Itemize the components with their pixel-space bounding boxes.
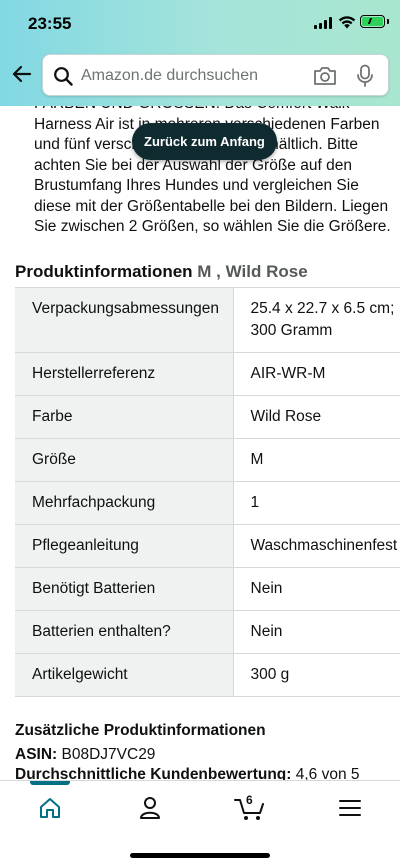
spec-value: Nein: [233, 567, 400, 611]
table-row: Größe M: [15, 438, 400, 482]
spec-value: M: [233, 438, 400, 482]
asin-line: ASIN: B08DJ7VC29: [15, 746, 155, 764]
table-row: Artikelgewicht 300 g: [15, 653, 400, 697]
search-icon: [54, 67, 73, 86]
nav-account[interactable]: [120, 781, 180, 833]
spec-value: 1: [233, 481, 400, 525]
table-row: Verpackungsabmessungen 25.4 x 22.7 x 6.5 …: [15, 287, 400, 353]
table-row: Benötigt Batterien Nein: [15, 567, 400, 611]
spec-key: Artikelgewicht: [15, 653, 234, 697]
asin-value: B08DJ7VC29: [61, 746, 156, 763]
table-row: Pflegeanleitung Waschmaschinenfest: [15, 524, 400, 568]
spec-value: Waschmaschinenfest: [233, 524, 400, 568]
status-time: 23:55: [28, 14, 72, 33]
product-variant: M , Wild Rose: [197, 262, 308, 281]
spec-value: AIR-WR-M: [233, 352, 400, 396]
home-icon: [40, 798, 60, 818]
back-arrow-icon[interactable]: [10, 62, 34, 86]
nav-home[interactable]: [20, 781, 80, 833]
product-info-heading: Produktinformationen: [15, 262, 193, 281]
spec-key: Batterien enthalten?: [15, 610, 234, 654]
rating-value[interactable]: 4,6 von 5: [296, 766, 360, 780]
status-bar: 23:55: [0, 0, 400, 48]
product-info-table: Verpackungsabmessungen 25.4 x 22.7 x 6.5 …: [15, 287, 400, 697]
table-row: Farbe Wild Rose: [15, 395, 400, 439]
spec-key: Größe: [15, 438, 234, 482]
product-info-title: Produktinformationen M , Wild Rose: [15, 262, 308, 282]
asin-label: ASIN:: [15, 746, 58, 763]
nav-menu[interactable]: [320, 781, 380, 833]
search-input[interactable]: [81, 63, 301, 89]
header: 23:55: [0, 0, 400, 106]
spec-value: Nein: [233, 610, 400, 654]
spec-key: Herstellerreferenz: [15, 352, 234, 396]
search-box[interactable]: [42, 54, 389, 96]
additional-info-title: Zusätzliche Produktinformationen: [15, 722, 266, 739]
rating-label: Durchschnittliche Kundenbewertung:: [15, 766, 292, 780]
table-row: Mehrfachpackung 1: [15, 481, 400, 525]
spec-value: 300 g: [233, 653, 400, 697]
table-row: Batterien enthalten? Nein: [15, 610, 400, 654]
home-indicator: [130, 853, 270, 858]
microphone-icon[interactable]: [355, 64, 375, 88]
table-row: Herstellerreferenz AIR-WR-M: [15, 352, 400, 396]
menu-icon: [339, 800, 361, 816]
cart-count: 6: [246, 793, 253, 807]
spec-key: Benötigt Batterien: [15, 567, 234, 611]
back-to-top-button[interactable]: Zurück zum Anfang: [132, 123, 277, 160]
wifi-icon: [338, 16, 356, 29]
signal-icon: [314, 17, 332, 29]
spec-value: Wild Rose: [233, 395, 400, 439]
spec-key: Verpackungsabmessungen: [15, 287, 234, 353]
nav-cart[interactable]: 6: [220, 781, 280, 833]
active-tab-indicator: [30, 781, 70, 785]
camera-icon[interactable]: [313, 65, 337, 87]
product-detail-content: • FARBEN UND GRÖSSEN: Das Comfort Walk H…: [0, 106, 400, 780]
spec-key: Pflegeanleitung: [15, 524, 234, 568]
rating-line: Durchschnittliche Kundenbewertung: 4,6 v…: [15, 766, 360, 780]
bottom-navigation: 6: [0, 780, 400, 866]
account-icon: [140, 797, 160, 819]
battery-icon: [360, 15, 385, 28]
spec-key: Mehrfachpackung: [15, 481, 234, 525]
spec-key: Farbe: [15, 395, 234, 439]
spec-value: 25.4 x 22.7 x 6.5 cm; 300 Gramm: [233, 287, 400, 353]
